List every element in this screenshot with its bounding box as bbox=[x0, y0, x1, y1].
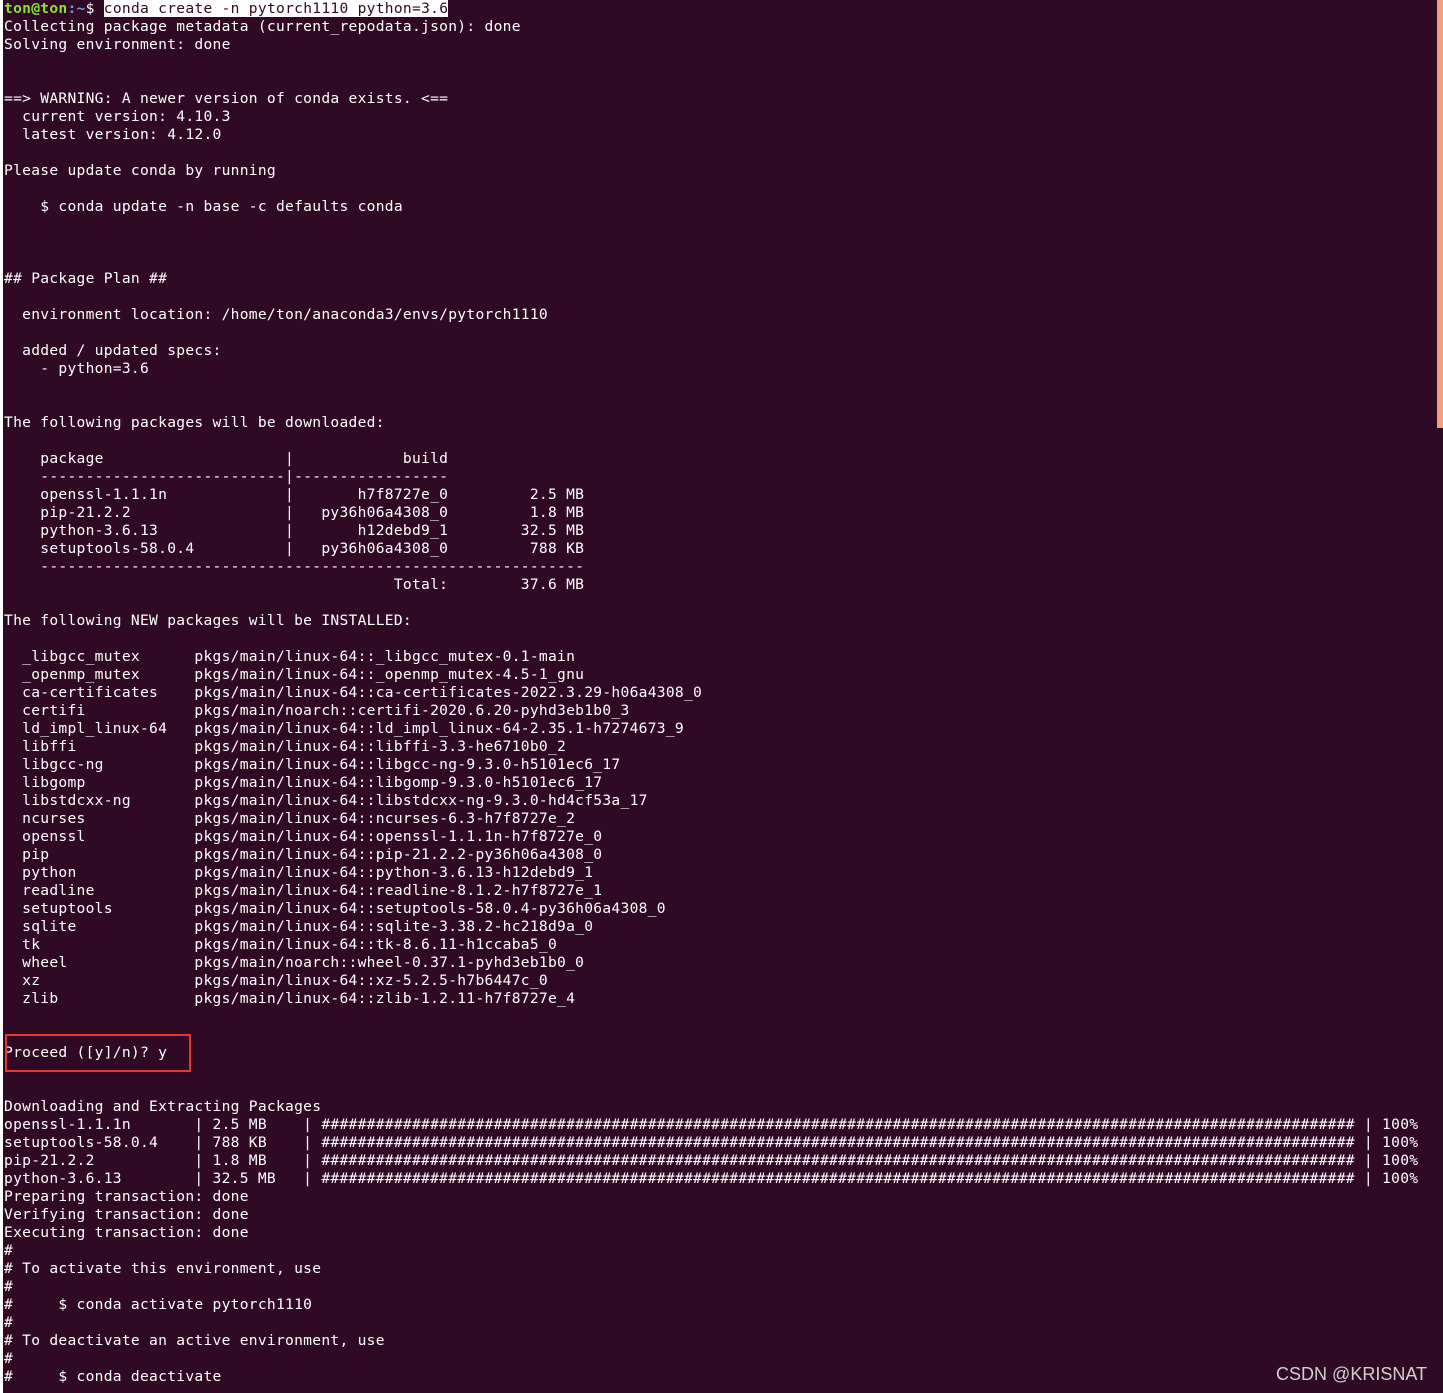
output-line: latest version: 4.12.0 bbox=[4, 126, 222, 143]
output-line: ld_impl_linux-64 pkgs/main/linux-64::ld_… bbox=[4, 720, 684, 737]
output-line: current version: 4.10.3 bbox=[4, 108, 231, 125]
output-line: Preparing transaction: done bbox=[4, 1188, 249, 1205]
output-line: Solving environment: done bbox=[4, 36, 231, 53]
output-line: zlib pkgs/main/linux-64::zlib-1.2.11-h7f… bbox=[4, 990, 576, 1007]
output-line: ## Package Plan ## bbox=[4, 270, 168, 287]
output-line: libgcc-ng pkgs/main/linux-64::libgcc-ng-… bbox=[4, 756, 621, 773]
output-line: - python=3.6 bbox=[4, 360, 150, 377]
output-line: package | build bbox=[4, 450, 449, 467]
output-line: xz pkgs/main/linux-64::xz-5.2.5-h7b6447c… bbox=[4, 972, 548, 989]
output-line: # To deactivate an active environment, u… bbox=[4, 1332, 385, 1349]
output-line: _libgcc_mutex pkgs/main/linux-64::_libgc… bbox=[4, 648, 576, 665]
output-line: # $ conda deactivate bbox=[4, 1368, 222, 1385]
output-line: # bbox=[4, 1350, 14, 1367]
output-line: ---------------------------|------------… bbox=[4, 468, 449, 485]
output-line: python pkgs/main/linux-64::python-3.6.13… bbox=[4, 864, 594, 881]
prompt-symbol: $ bbox=[85, 0, 104, 17]
output-line: Collecting package metadata (current_rep… bbox=[4, 18, 521, 35]
watermark: CSDN @KRISNAT bbox=[1276, 1364, 1427, 1384]
output-line: setuptools-58.0.4 | py36h06a4308_0 788 K… bbox=[4, 540, 585, 557]
output-line: setuptools pkgs/main/linux-64::setuptool… bbox=[4, 900, 666, 917]
output-line: ==> WARNING: A newer version of conda ex… bbox=[4, 90, 449, 107]
output-line: python-3.6.13 | h12debd9_1 32.5 MB bbox=[4, 522, 585, 539]
output-line: ca-certificates pkgs/main/linux-64::ca-c… bbox=[4, 684, 703, 701]
output-line: The following NEW packages will be INSTA… bbox=[4, 612, 412, 629]
output-line: $ conda update -n base -c defaults conda bbox=[4, 198, 403, 215]
output-line: libgomp pkgs/main/linux-64::libgomp-9.3.… bbox=[4, 774, 603, 791]
output-line: libstdcxx-ng pkgs/main/linux-64::libstdc… bbox=[4, 792, 648, 809]
output-line: # bbox=[4, 1278, 14, 1295]
output-line: libffi pkgs/main/linux-64::libffi-3.3-he… bbox=[4, 738, 567, 755]
output-line: Executing transaction: done bbox=[4, 1224, 249, 1241]
output-line: The following packages will be downloade… bbox=[4, 414, 385, 431]
proceed-prompt-line: Proceed ([y]/n)? y bbox=[4, 1044, 168, 1061]
output-line: ----------------------------------------… bbox=[4, 558, 585, 575]
output-line: openssl-1.1.1n | h7f8727e_0 2.5 MB bbox=[4, 486, 585, 503]
output-line: # To activate this environment, use bbox=[4, 1260, 322, 1277]
output-line: wheel pkgs/main/noarch::wheel-0.37.1-pyh… bbox=[4, 954, 585, 971]
output-line: environment location: /home/ton/anaconda… bbox=[4, 306, 548, 323]
prompt-user-host: ton@ton bbox=[4, 0, 68, 17]
terminal-output: ton@ton:~$ conda create -n pytorch1110 p… bbox=[4, 0, 1418, 1386]
output-line: # bbox=[4, 1314, 14, 1331]
output-line: pip-21.2.2 | 1.8 MB | ##################… bbox=[4, 1152, 1419, 1169]
output-line: Verifying transaction: done bbox=[4, 1206, 249, 1223]
typed-command[interactable]: conda create -n pytorch1110 python=3.6 bbox=[103, 0, 449, 17]
output-line: added / updated specs: bbox=[4, 342, 222, 359]
output-line: # bbox=[4, 1242, 14, 1259]
output-line: # $ conda activate pytorch1110 bbox=[4, 1296, 313, 1313]
output-line: pip pkgs/main/linux-64::pip-21.2.2-py36h… bbox=[4, 846, 603, 863]
output-line: openssl-1.1.1n | 2.5 MB | ##############… bbox=[4, 1116, 1419, 1133]
terminal-window[interactable]: ton@ton:~$ conda create -n pytorch1110 p… bbox=[3, 0, 1437, 1393]
output-line: pip-21.2.2 | py36h06a4308_0 1.8 MB bbox=[4, 504, 585, 521]
output-line: Total: 37.6 MB bbox=[4, 576, 585, 593]
prompt-path: :~ bbox=[67, 0, 86, 17]
scrollbar-thumb[interactable] bbox=[1437, 0, 1443, 428]
output-line: _openmp_mutex pkgs/main/linux-64::_openm… bbox=[4, 666, 585, 683]
output-line: certifi pkgs/main/noarch::certifi-2020.6… bbox=[4, 702, 630, 719]
output-line: python-3.6.13 | 32.5 MB | ##############… bbox=[4, 1170, 1419, 1187]
output-line: Downloading and Extracting Packages bbox=[4, 1098, 322, 1115]
output-line: Please update conda by running bbox=[4, 162, 276, 179]
output-line: setuptools-58.0.4 | 788 KB | ###########… bbox=[4, 1134, 1419, 1151]
output-line: readline pkgs/main/linux-64::readline-8.… bbox=[4, 882, 603, 899]
prompt-line: ton@ton:~$ conda create -n pytorch1110 p… bbox=[4, 0, 1418, 18]
output-line: sqlite pkgs/main/linux-64::sqlite-3.38.2… bbox=[4, 918, 594, 935]
output-line: openssl pkgs/main/linux-64::openssl-1.1.… bbox=[4, 828, 603, 845]
output-line: ncurses pkgs/main/linux-64::ncurses-6.3-… bbox=[4, 810, 576, 827]
output-line: tk pkgs/main/linux-64::tk-8.6.11-h1ccaba… bbox=[4, 936, 558, 953]
